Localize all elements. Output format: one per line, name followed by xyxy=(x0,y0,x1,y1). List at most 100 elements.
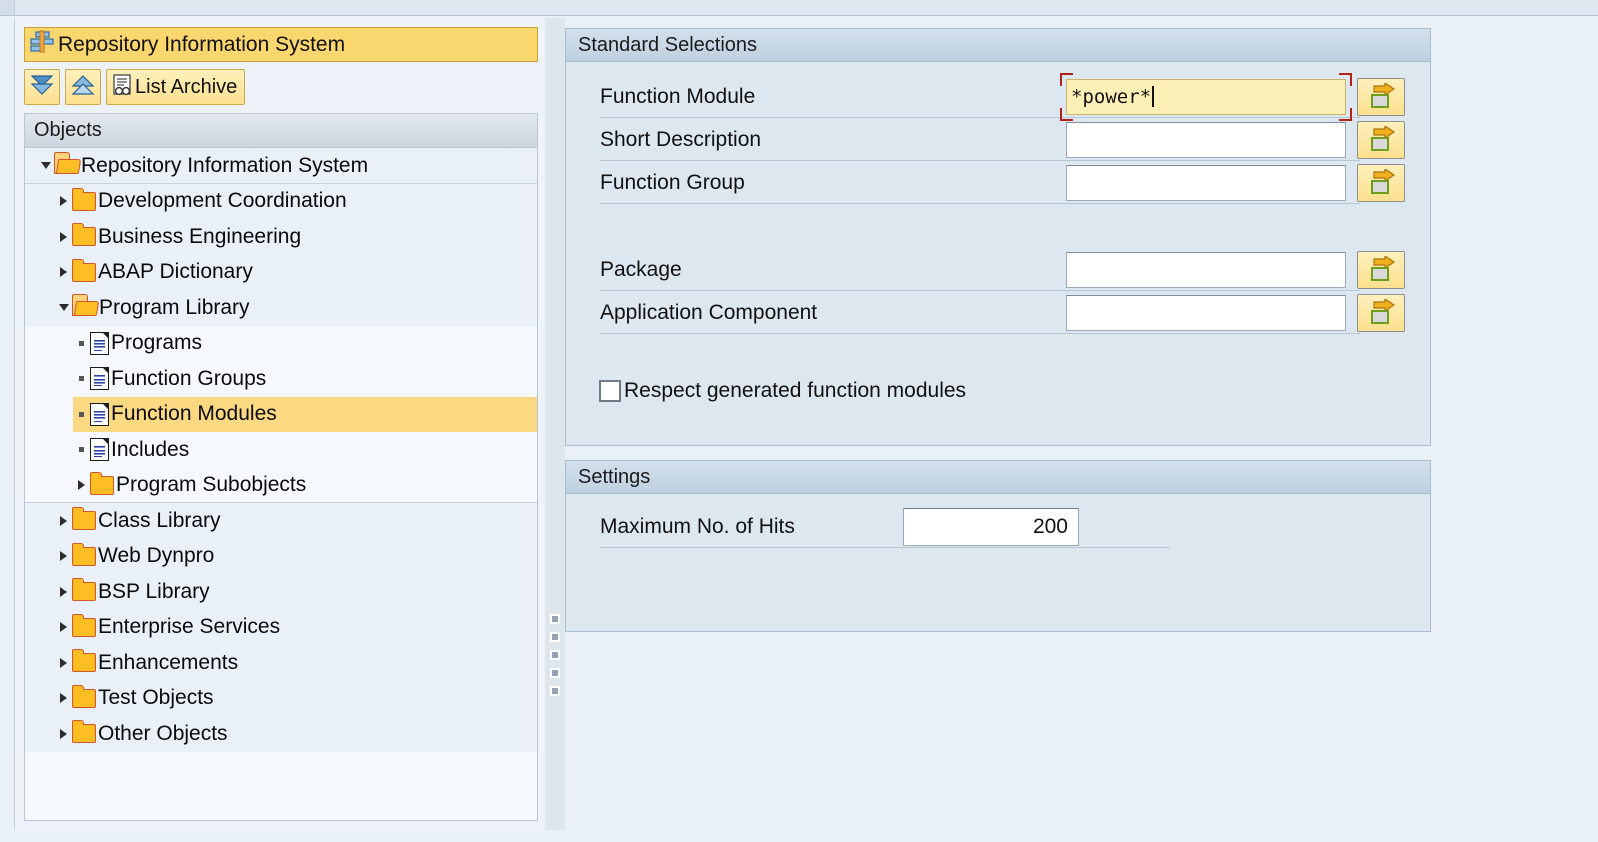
chevron-right-icon[interactable] xyxy=(55,539,72,574)
list-archive-button[interactable]: List Archive xyxy=(106,69,246,105)
folder-closed-icon xyxy=(71,542,96,566)
application-component-search-help-button[interactable] xyxy=(1357,294,1405,332)
chevron-right-icon[interactable] xyxy=(55,645,72,680)
row-separator xyxy=(600,203,1360,204)
function-group-search-help-button[interactable] xyxy=(1357,164,1405,202)
chevron-right-icon[interactable] xyxy=(55,610,72,645)
splitter-grip-dot xyxy=(550,614,560,624)
tree-item-class-library[interactable]: Class Library xyxy=(25,503,537,539)
function-module-input[interactable]: *power* xyxy=(1066,79,1346,115)
tree-item-programs[interactable]: Programs xyxy=(25,325,537,361)
tree-item-enhancements[interactable]: Enhancements xyxy=(25,645,537,681)
field-row-package: Package xyxy=(566,249,1432,291)
package-input[interactable] xyxy=(1066,252,1346,288)
chevron-right-icon[interactable] xyxy=(55,503,72,538)
text-cursor xyxy=(1152,86,1154,107)
tree-item-includes[interactable]: Includes xyxy=(25,432,537,468)
document-lines xyxy=(94,339,105,351)
package-label: Package xyxy=(600,258,682,281)
folder-closed-icon xyxy=(71,578,96,602)
folder-closed-icon xyxy=(89,471,114,495)
field-row-function-group: Function Group xyxy=(566,162,1432,204)
chevron-right-icon[interactable] xyxy=(55,681,72,716)
collapse-all-button[interactable] xyxy=(65,69,101,105)
document-lines xyxy=(94,375,105,387)
row-separator xyxy=(600,117,1360,118)
row-separator xyxy=(600,547,1170,548)
row-separator xyxy=(600,290,1360,291)
short-description-search-help-button[interactable] xyxy=(1357,121,1405,159)
tree-item-other-objects[interactable]: Other Objects xyxy=(25,716,537,752)
folder-open-icon xyxy=(72,294,97,317)
folder-open-icon xyxy=(54,152,79,175)
collapse-all-icon xyxy=(70,73,96,102)
multiple-selection-icon xyxy=(1371,126,1396,151)
window-top-strip-inner xyxy=(14,0,1598,15)
document-icon xyxy=(90,367,109,391)
panel-title-bar: Repository Information System xyxy=(24,27,538,62)
multiple-selection-icon xyxy=(1371,299,1396,324)
tree-column-header-label: Objects xyxy=(34,119,102,141)
tree-item-web-dynpro[interactable]: Web Dynpro xyxy=(25,538,537,574)
tree-item-label: Development Coordination xyxy=(98,189,347,213)
tree-column-header: Objects xyxy=(24,113,538,148)
tree-item-test-objects[interactable]: Test Objects xyxy=(25,680,537,716)
application-component-input[interactable] xyxy=(1066,295,1346,331)
field-row-max-hits: Maximum No. of Hits 200 xyxy=(566,506,1432,548)
function-module-search-help-button[interactable] xyxy=(1357,78,1405,116)
application-component-label: Application Component xyxy=(600,301,818,324)
chevron-down-icon[interactable] xyxy=(37,148,54,183)
window-top-strip xyxy=(0,0,1598,16)
tree-item-label: Program Library xyxy=(99,295,250,319)
multiple-selection-icon xyxy=(1371,256,1396,281)
list-archive-label: List Archive xyxy=(135,75,238,98)
chevron-down-icon[interactable] xyxy=(55,290,72,325)
splitter-grip-dot xyxy=(550,632,560,642)
tree-item-enterprise-services[interactable]: Enterprise Services xyxy=(25,609,537,645)
tree-item-label: Business Engineering xyxy=(98,224,302,248)
tree-item-development-coordination[interactable]: Development Coordination xyxy=(25,183,537,219)
tree-item-function-groups[interactable]: Function Groups xyxy=(25,361,537,397)
tree-item-repository-information-system[interactable]: Repository Information System xyxy=(25,148,537,184)
chevron-right-icon[interactable] xyxy=(55,219,72,254)
tree-item-program-library[interactable]: Program Library xyxy=(25,290,537,326)
settings-header: Settings xyxy=(566,461,1430,494)
short-description-input[interactable] xyxy=(1066,122,1346,158)
tree-item-label: Other Objects xyxy=(98,721,228,745)
max-hits-input[interactable]: 200 xyxy=(903,508,1079,546)
tree-item-label: Function Groups xyxy=(111,366,267,390)
respect-generated-function-modules-row[interactable]: Respect generated function modules xyxy=(599,379,966,403)
document-icon xyxy=(90,438,109,462)
chevron-right-icon[interactable] xyxy=(55,574,72,609)
field-row-short-description: Short Description xyxy=(566,119,1432,161)
field-row-function-module: Function Module *power* xyxy=(566,73,1432,121)
respect-generated-function-modules-checkbox[interactable] xyxy=(599,380,621,402)
tree-item-function-modules[interactable]: Function Modules xyxy=(25,396,537,432)
function-group-label: Function Group xyxy=(600,171,745,194)
tree-item-business-engineering[interactable]: Business Engineering xyxy=(25,219,537,255)
tree-item-program-subobjects[interactable]: Program Subobjects xyxy=(25,467,537,503)
tree-item-label: Repository Information System xyxy=(81,153,369,177)
chevron-right-icon[interactable] xyxy=(73,468,90,503)
list-archive-icon xyxy=(111,73,135,102)
tree-item-abap-dictionary[interactable]: ABAP Dictionary xyxy=(25,254,537,290)
chevron-right-icon[interactable] xyxy=(55,716,72,751)
field-row-application-component: Application Component xyxy=(566,292,1432,334)
chevron-right-icon[interactable] xyxy=(55,255,72,290)
panel-splitter[interactable] xyxy=(545,18,565,830)
chevron-right-icon[interactable] xyxy=(55,184,72,219)
function-group-input[interactable] xyxy=(1066,165,1346,201)
tree-item-bsp-library[interactable]: BSP Library xyxy=(25,574,537,610)
expand-all-button[interactable] xyxy=(24,69,60,105)
tree-item-label: Test Objects xyxy=(98,686,214,710)
leaf-bullet-icon xyxy=(73,326,90,361)
selection-screen: Standard Selections Function Module *pow… xyxy=(565,18,1598,830)
tree-item-label: Includes xyxy=(111,437,190,461)
folder-closed-icon xyxy=(71,223,96,247)
package-search-help-button[interactable] xyxy=(1357,251,1405,289)
expand-all-icon xyxy=(29,73,55,102)
object-tree[interactable]: Repository Information System Development… xyxy=(24,148,538,821)
standard-selections-header: Standard Selections xyxy=(566,29,1430,62)
tree-item-label: ABAP Dictionary xyxy=(98,260,253,284)
object-tree-panel: Repository Information System List Archi… xyxy=(14,18,545,830)
